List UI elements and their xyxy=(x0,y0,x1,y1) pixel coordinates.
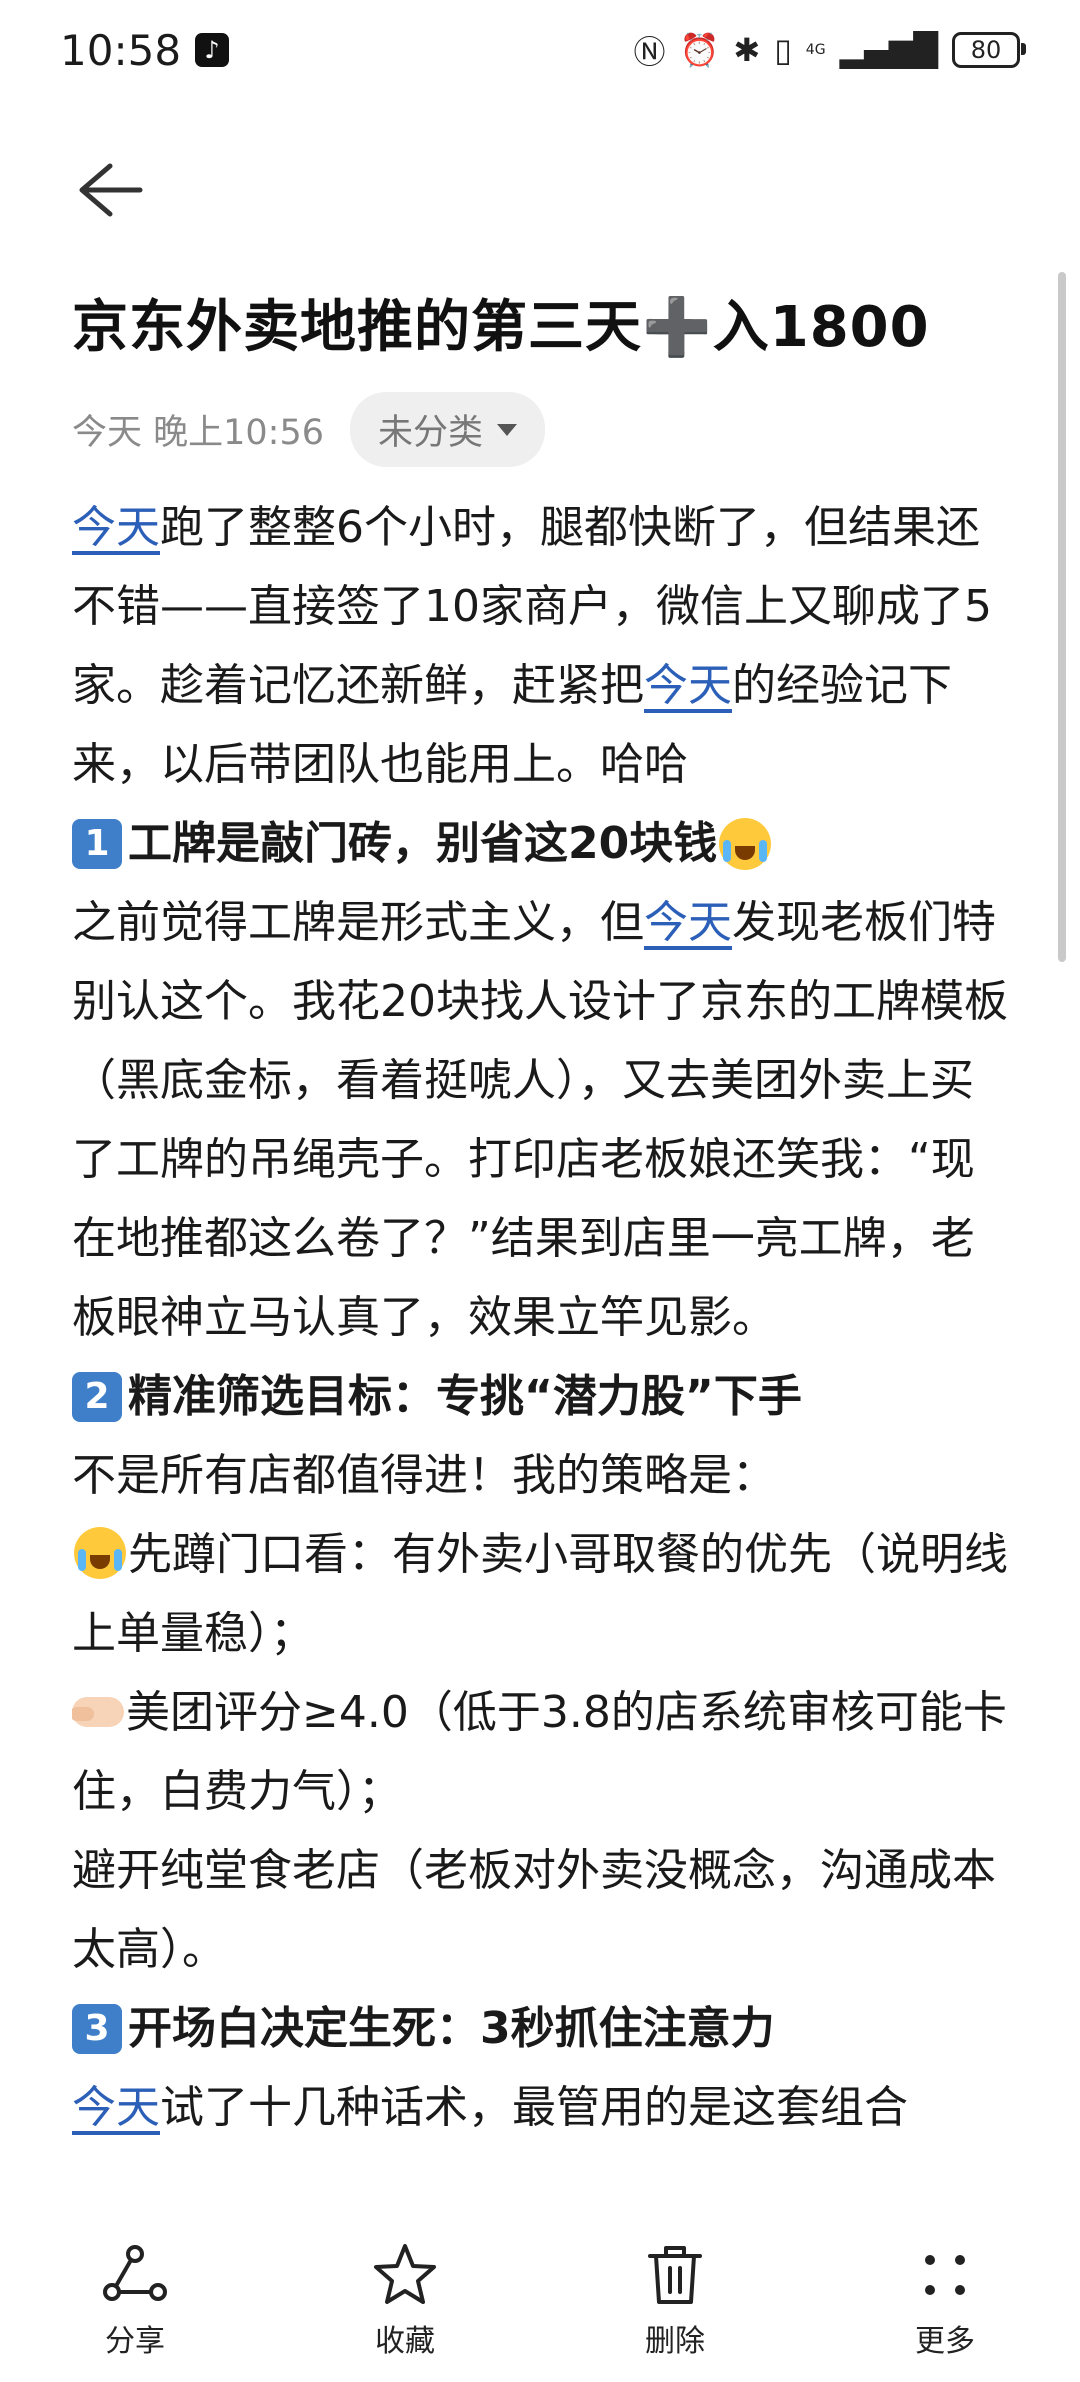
laughing-tears-icon xyxy=(74,1527,126,1579)
scrollbar[interactable] xyxy=(1058,272,1066,962)
paragraph-text: 先蹲门口看：有外卖小哥取餐的优先（说明线上单量稳）； xyxy=(72,1529,1008,1659)
note-date: 今天 晚上10:56 xyxy=(72,413,324,453)
section-title: 开场白决定生死：3秒抓住注意力 xyxy=(128,2003,775,2054)
back-button[interactable] xyxy=(74,160,146,220)
delete-label: 删除 xyxy=(645,2324,705,2359)
keycap-3-icon: 3 xyxy=(72,2003,122,2054)
paragraph-4: 先蹲门口看：有外卖小哥取餐的优先（说明线上单量稳）； xyxy=(72,1515,1017,1673)
note-meta: 今天 晚上10:56 未分类 xyxy=(72,392,546,467)
crying-face-icon xyxy=(719,817,772,870)
share-label: 分享 xyxy=(105,2324,165,2359)
star-icon xyxy=(374,2244,436,2304)
pointing-finger-icon xyxy=(72,1697,124,1727)
paragraph-1: 今天跑了整整6个小时，腿都快断了，但结果还不错——直接签了10家商户，微信上又聊… xyxy=(72,488,1017,804)
more-dots-icon xyxy=(925,2255,965,2295)
nfc-icon: Ⓝ xyxy=(633,33,666,71)
favorite-button[interactable]: 收藏 xyxy=(325,2240,485,2360)
battery-icon: 80 xyxy=(952,32,1026,68)
section-heading-1: 1 工牌是敲门砖，别省这20块钱 xyxy=(72,804,1017,883)
link-today[interactable]: 今天 xyxy=(644,660,732,711)
status-time: 10:58 xyxy=(60,25,182,75)
paragraph-6: 避开纯堂食老店（老板对外卖没概念，沟通成本太高）。 xyxy=(72,1845,996,1975)
bottom-toolbar: 分享 收藏 删除 更多 xyxy=(0,2210,1080,2382)
paragraph-text: 发现老板们特别认这个。我花20块找人设计了京东的工牌模板（黑底金标，看着挺唬人）… xyxy=(72,897,1008,1343)
keycap-1-icon: 1 xyxy=(72,818,122,869)
link-today[interactable]: 今天 xyxy=(644,897,732,948)
share-icon xyxy=(103,2245,167,2301)
more-label: 更多 xyxy=(915,2324,975,2359)
section-title: 精准筛选目标：专挑“潜力股”下手 xyxy=(128,1371,802,1422)
tiktok-icon: ♪ xyxy=(195,33,230,67)
category-dropdown[interactable]: 未分类 xyxy=(350,392,546,467)
paragraph-text: 试了十几种话术，最管用的是这套组合 xyxy=(160,2082,908,2133)
paragraph-7: 今天试了十几种话术，最管用的是这套组合 xyxy=(72,2068,1017,2147)
paragraph-5: 美团评分≥4.0（低于3.8的店系统审核可能卡住，白费力气）； xyxy=(72,1673,1017,1831)
back-arrow-icon xyxy=(79,163,143,217)
paragraph-3: 不是所有店都值得进！我的策略是： xyxy=(72,1450,776,1501)
delete-button[interactable]: 删除 xyxy=(595,2240,755,2360)
link-today[interactable]: 今天 xyxy=(72,502,160,553)
favorite-label: 收藏 xyxy=(375,2324,435,2359)
keycap-2-icon: 2 xyxy=(72,1371,122,1422)
more-button[interactable]: 更多 xyxy=(865,2240,1025,2360)
section-heading-3: 3 开场白决定生死：3秒抓住注意力 xyxy=(72,1989,1017,2068)
note-title[interactable]: 京东外卖地推的第三天➕入1800 xyxy=(72,282,1032,363)
alarm-icon: ⏰ xyxy=(679,31,720,69)
status-left: 10:58 ♪ xyxy=(60,25,230,75)
section-title: 工牌是敲门砖，别省这20块钱 xyxy=(128,818,718,869)
section-heading-2: 2 精准筛选目标：专挑“潜力股”下手 xyxy=(72,1357,1017,1436)
dropdown-triangle-icon xyxy=(497,423,518,436)
note-body[interactable]: 今天跑了整整6个小时，腿都快断了，但结果还不错——直接签了10家商户，微信上又聊… xyxy=(72,488,1017,2208)
trash-icon xyxy=(648,2246,702,2304)
bluetooth-icon: ✱ xyxy=(733,31,761,69)
paragraph-text: 美团评分≥4.0（低于3.8的店系统审核可能卡住，白费力气）； xyxy=(72,1687,1007,1817)
paragraph-2: 之前觉得工牌是形式主义，但今天发现老板们特别认这个。我花20块找人设计了京东的工… xyxy=(72,883,1017,1357)
signal-icon: ▂▄▆█ xyxy=(839,31,938,69)
network-type: 4G xyxy=(805,42,826,58)
link-today[interactable]: 今天 xyxy=(72,2082,160,2133)
status-right: Ⓝ ⏰ ✱ ▯ 4G ▂▄▆█ 80 xyxy=(633,27,1026,73)
battery-level: 80 xyxy=(970,36,1002,64)
status-bar: 10:58 ♪ Ⓝ ⏰ ✱ ▯ 4G ▂▄▆█ 80 xyxy=(0,0,1080,100)
vibrate-icon: ▯ xyxy=(774,31,792,69)
category-label: 未分类 xyxy=(378,413,484,453)
share-button[interactable]: 分享 xyxy=(55,2240,215,2360)
paragraph-text: 之前觉得工牌是形式主义，但 xyxy=(72,897,644,948)
